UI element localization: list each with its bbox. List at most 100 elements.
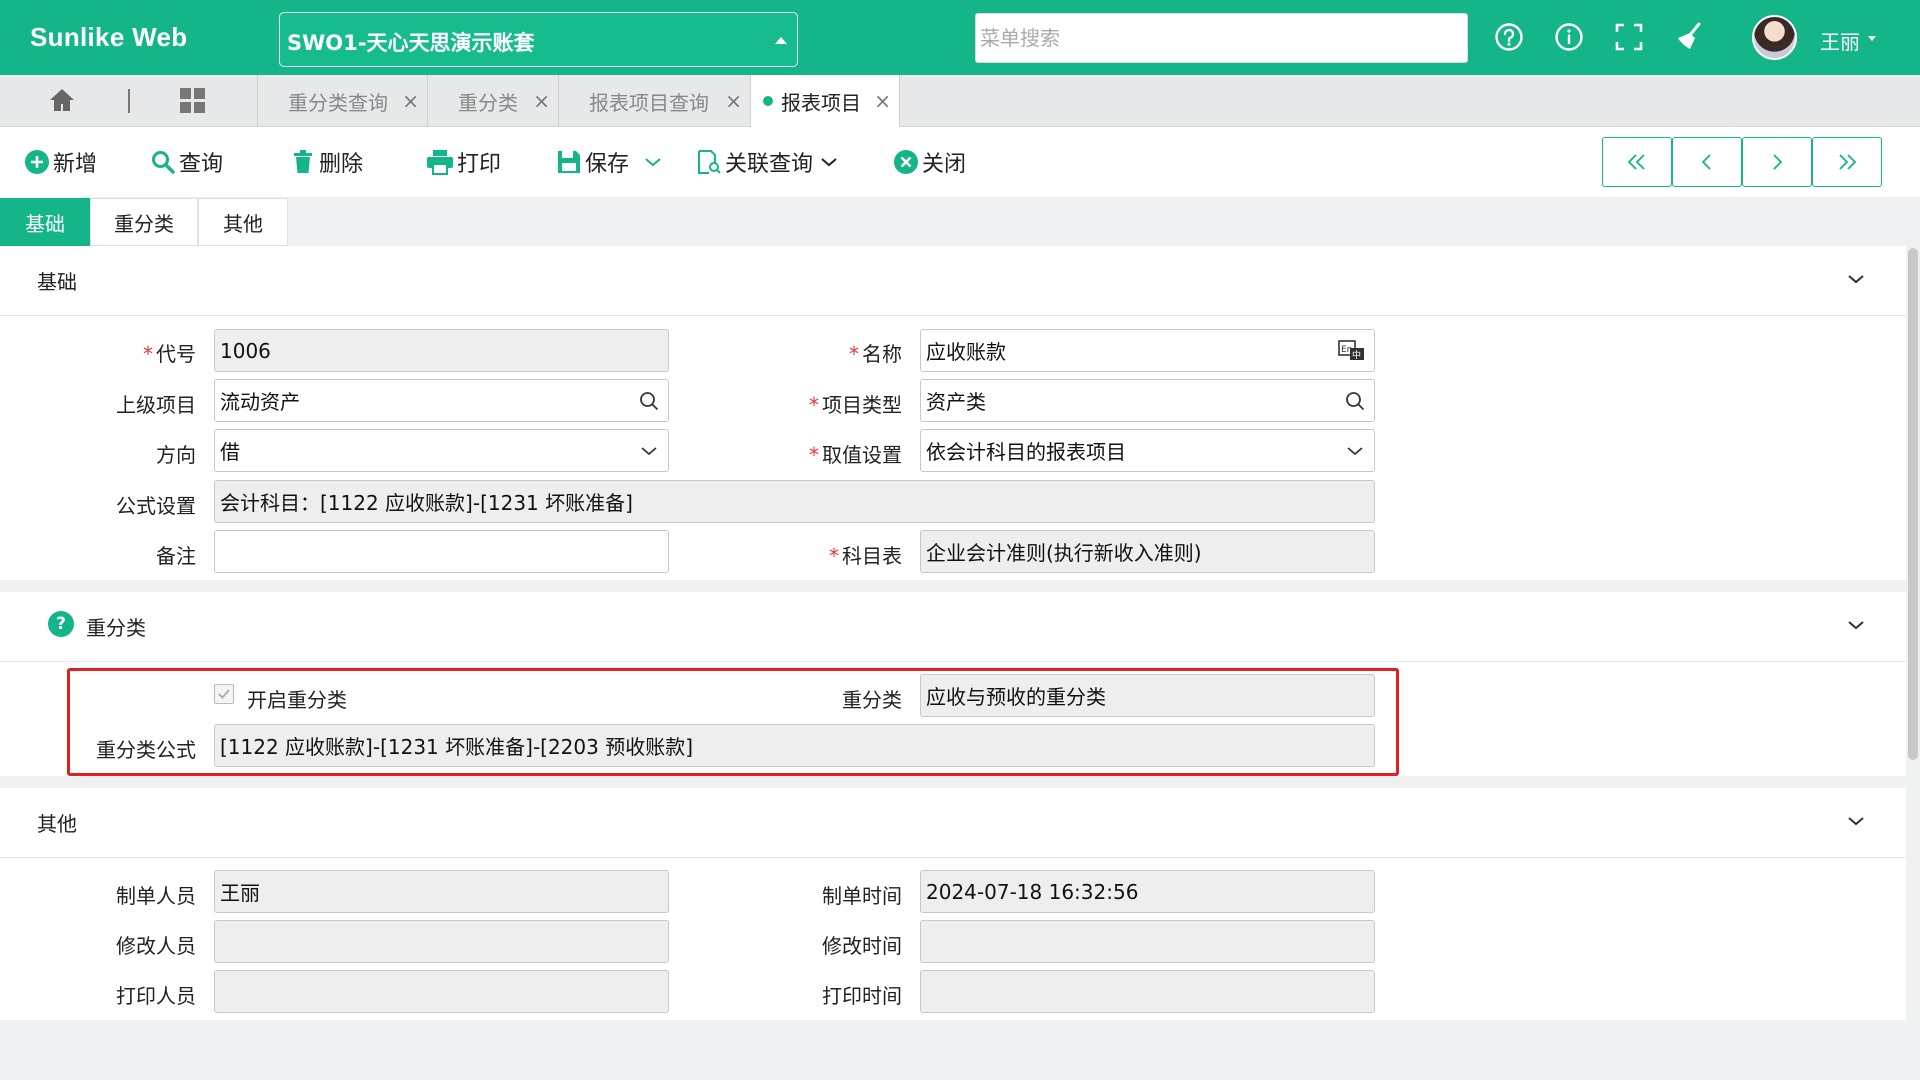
code-label: * 代号 (143, 342, 196, 366)
tab-reclass[interactable]: 重分类 × (427, 75, 558, 127)
app-header: Sunlike Web SWO1-天心天思演示账套 王丽 (0, 0, 1920, 75)
caret-down-icon[interactable] (1868, 36, 1876, 41)
direction-label: 方向 (156, 443, 196, 467)
brand-logo: Sunlike Web (30, 22, 188, 52)
parent-item-field[interactable]: 流动资产 (214, 379, 669, 422)
modifier-field[interactable] (214, 920, 669, 963)
modified-time-label: 修改时间 (822, 934, 902, 958)
creator-label: 制单人员 (116, 884, 196, 908)
account-selector[interactable]: SWO1-天心天思演示账套 (279, 12, 798, 67)
tab-report-item[interactable]: 报表项目 × (750, 75, 900, 127)
section-header[interactable]: 基础 (0, 246, 1906, 316)
code-field[interactable]: 1006 (214, 329, 669, 372)
close-icon[interactable]: × (533, 89, 550, 113)
related-query-button[interactable]: 关联查询 (696, 147, 842, 177)
name-field[interactable]: 应收账款 En 中 (920, 329, 1375, 372)
open-tabs-bar: 重分类查询 × 重分类 × 报表项目查询 × 报表项目 × (0, 75, 1920, 127)
help-icon[interactable] (1492, 20, 1526, 54)
chevron-down-icon (821, 158, 837, 167)
tab-reclass-query[interactable]: 重分类查询 × (257, 75, 427, 127)
modifier-label: 修改人员 (116, 934, 196, 958)
floppy-disk-icon (558, 151, 580, 173)
document-search-icon (698, 150, 721, 174)
chart-of-accounts-label: * 科目表 (829, 544, 902, 568)
chevron-down-icon (645, 158, 661, 167)
chevron-right-icon (1773, 154, 1783, 170)
value-setting-label: * 取值设置 (809, 443, 902, 467)
item-type-label: * 项目类型 (809, 393, 902, 417)
menu-search-input[interactable] (975, 13, 1468, 63)
clear-cache-broom-icon[interactable] (1672, 20, 1706, 54)
chart-of-accounts-field[interactable]: 企业会计准则(执行新收入准则) (920, 530, 1375, 573)
chevron-down-icon (1848, 817, 1864, 826)
created-time-label: 制单时间 (822, 884, 902, 908)
creator-field[interactable]: 王丽 (214, 870, 669, 913)
created-time-field[interactable]: 2024-07-18 16:32:56 (920, 870, 1375, 913)
trash-icon (294, 150, 312, 173)
close-circle-icon (894, 150, 918, 174)
save-button[interactable]: 保存 (556, 147, 666, 177)
fullscreen-icon[interactable] (1612, 20, 1646, 54)
search-icon (1346, 392, 1365, 411)
account-label: SWO1-天心天思演示账套 (287, 31, 535, 55)
active-dot (763, 96, 773, 106)
apps-grid-icon[interactable] (180, 88, 206, 118)
form-tab-reclass[interactable]: 重分类 (90, 198, 198, 246)
chevron-left-icon (1701, 154, 1711, 170)
plus-circle-icon (25, 150, 49, 174)
tab-label: 重分类 (458, 90, 518, 115)
next-record-button[interactable] (1742, 137, 1812, 187)
formula-field[interactable]: 会计科目：[1122 应收账款]-[1231 坏账准备] (214, 480, 1375, 523)
chevron-down-icon (1848, 275, 1864, 284)
section-header[interactable]: 其他 (0, 788, 1906, 858)
previous-record-button[interactable] (1672, 137, 1742, 187)
form-tab-other[interactable]: 其他 (198, 198, 288, 246)
last-record-button[interactable] (1812, 137, 1882, 187)
caret-up-icon (775, 37, 787, 44)
direction-select[interactable]: 借 (214, 429, 669, 472)
add-button[interactable]: 新增 (24, 147, 97, 177)
query-button[interactable]: 查询 (150, 147, 223, 177)
section-header[interactable]: ? 重分类 (0, 592, 1906, 662)
divider (128, 89, 130, 113)
info-icon[interactable] (1552, 20, 1586, 54)
remark-field[interactable] (214, 530, 669, 573)
first-record-button[interactable] (1602, 137, 1672, 187)
section-title: 基础 (37, 270, 77, 294)
form-tab-basic[interactable]: 基础 (0, 198, 90, 246)
double-chevron-right-icon (1839, 154, 1857, 170)
close-icon[interactable]: × (725, 89, 742, 113)
tab-label: 报表项目查询 (589, 90, 709, 115)
print-button[interactable]: 打印 (426, 147, 501, 177)
svg-text:中: 中 (1352, 349, 1361, 361)
tab-label: 报表项目 (781, 90, 861, 115)
tab-report-item-query[interactable]: 报表项目查询 × (558, 75, 750, 127)
printer-icon (427, 150, 453, 175)
double-chevron-left-icon (1627, 154, 1645, 170)
toolbar: 新增 查询 删除 打印 保存 关联查询 关闭 (0, 127, 1920, 197)
name-label: * 名称 (849, 342, 902, 366)
help-question-icon[interactable]: ? (48, 611, 74, 637)
search-icon (152, 151, 175, 174)
chevron-down-icon (1347, 447, 1363, 456)
chevron-down-icon (1848, 621, 1864, 630)
section-title: 重分类 (86, 616, 146, 640)
tab-label: 重分类查询 (288, 90, 388, 115)
language-translate-icon: En中 (1338, 340, 1364, 361)
close-button[interactable]: 关闭 (893, 147, 966, 177)
user-avatar[interactable] (1752, 15, 1797, 60)
printer-field[interactable] (214, 970, 669, 1013)
item-type-field[interactable]: 资产类 (920, 379, 1375, 422)
user-name[interactable]: 王丽 (1820, 26, 1860, 55)
value-setting-select[interactable]: 依会计科目的报表项目 (920, 429, 1375, 472)
remark-label: 备注 (156, 544, 196, 568)
close-icon[interactable]: × (874, 89, 891, 113)
close-icon[interactable]: × (402, 89, 419, 113)
parent-item-label: 上级项目 (116, 393, 196, 417)
modified-time-field[interactable] (920, 920, 1375, 963)
printed-time-field[interactable] (920, 970, 1375, 1013)
delete-button[interactable]: 删除 (290, 147, 363, 177)
home-icon[interactable] (48, 87, 76, 117)
vertical-scrollbar[interactable] (1908, 248, 1918, 760)
formula-label: 公式设置 (116, 494, 196, 518)
